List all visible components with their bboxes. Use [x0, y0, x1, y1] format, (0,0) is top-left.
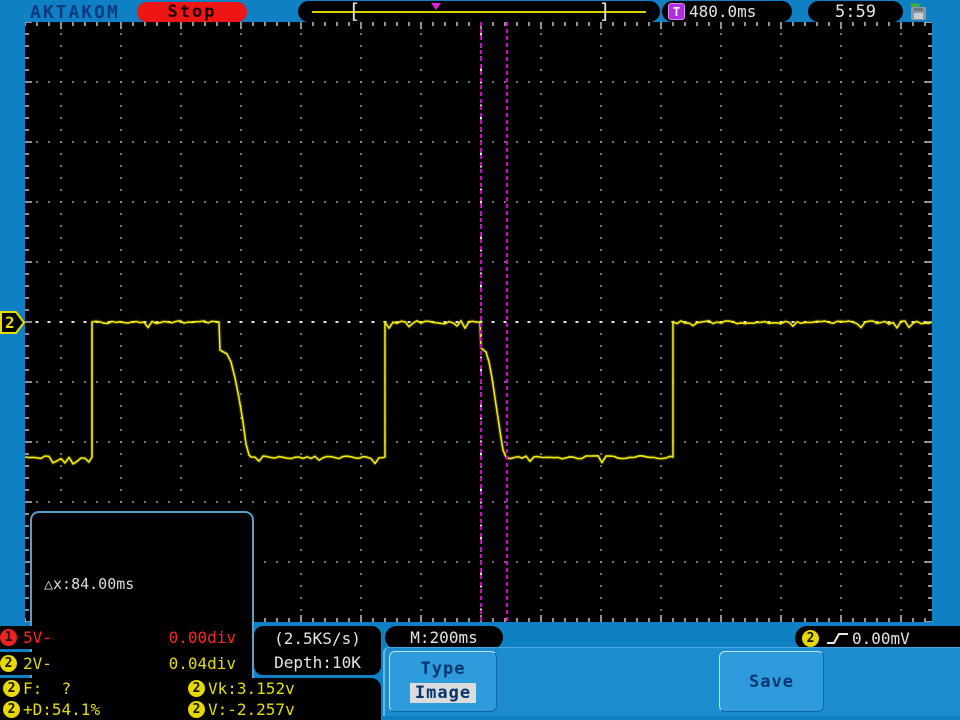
meas-value: -2.257v: [227, 700, 295, 719]
meas-ch-badge: 2: [188, 680, 205, 697]
sample-rate: (2.5KS/s): [274, 628, 361, 648]
ch2-offset: 0.04div: [168, 654, 236, 673]
cursor-delta-x: △x:84.00ms: [44, 575, 135, 593]
rising-edge-icon: [827, 632, 848, 644]
memory-position-bar: [ ]: [298, 0, 660, 23]
clock-badge: 5:59: [808, 1, 903, 22]
meas-ch-badge: 2: [3, 701, 20, 718]
save-button[interactable]: Save: [719, 651, 824, 712]
trigger-position-marker-icon: [430, 3, 441, 10]
ch1-badge: 1: [0, 629, 17, 646]
save-button-label: Save: [749, 671, 794, 692]
timebase-badge: M:200ms: [385, 626, 503, 649]
window-end-bracket: ]: [598, 0, 611, 23]
meas-label: +D:: [23, 700, 52, 719]
measurement-voltage: 2 V: -2.257v: [188, 700, 381, 719]
measurement-frequency: 2 F: ?: [3, 679, 188, 698]
ch2-scale: 2V-: [23, 654, 52, 673]
run-state-badge[interactable]: Stop: [137, 2, 247, 22]
trigger-time-badge: T 480.0ms: [662, 1, 792, 22]
type-button[interactable]: Type Image: [389, 651, 497, 712]
ch2-status-bar: 2 2V- 0.04div: [0, 652, 250, 675]
brand-label: AKTAKOM: [30, 2, 120, 23]
record-length-line: [312, 11, 646, 13]
meas-label: V:: [208, 700, 228, 719]
trigger-level: 0.00mV: [852, 628, 910, 648]
ch2-position-marker-label: 2: [5, 313, 15, 332]
measurement-vk: 2 Vk: 3.152v: [188, 679, 381, 698]
measurements-panel: 2 F: ? 2 Vk: 3.152v 2 +D: 54.1% 2 V: -2.…: [0, 678, 381, 720]
meas-value: 3.152v: [236, 679, 295, 698]
trigger-t-icon: T: [668, 3, 685, 20]
meas-value: 54.1%: [51, 700, 101, 719]
measurement-duty: 2 +D: 54.1%: [3, 700, 188, 719]
ch2-position-marker: 2: [0, 311, 26, 334]
ch1-status-bar: 1 5V- 0.00div: [0, 626, 250, 649]
meas-label: Vk:: [208, 679, 237, 698]
ch1-scale: 5V-: [23, 628, 52, 647]
type-selected-value: Image: [409, 683, 477, 703]
ch2-badge: 2: [0, 655, 17, 672]
ch1-offset: 0.00div: [168, 628, 236, 647]
trigger-source-badge: 2: [802, 629, 819, 647]
type-button-label: Type: [420, 659, 466, 679]
window-start-bracket: [: [348, 0, 361, 23]
acquisition-status-box: (2.5KS/s) Depth:10K: [254, 626, 381, 675]
meas-value: ?: [42, 679, 72, 698]
memory-depth: Depth:10K: [274, 653, 361, 673]
storage-disk-icon: [910, 3, 926, 20]
trigger-time-value: 480.0ms: [689, 2, 757, 21]
oscilloscope-screen: AKTAKOM Stop [ ] T 480.0ms 5:59 2 △x:84.…: [0, 0, 960, 720]
meas-label: F:: [23, 679, 43, 698]
meas-ch-badge: 2: [188, 701, 205, 718]
meas-ch-badge: 2: [3, 680, 20, 697]
